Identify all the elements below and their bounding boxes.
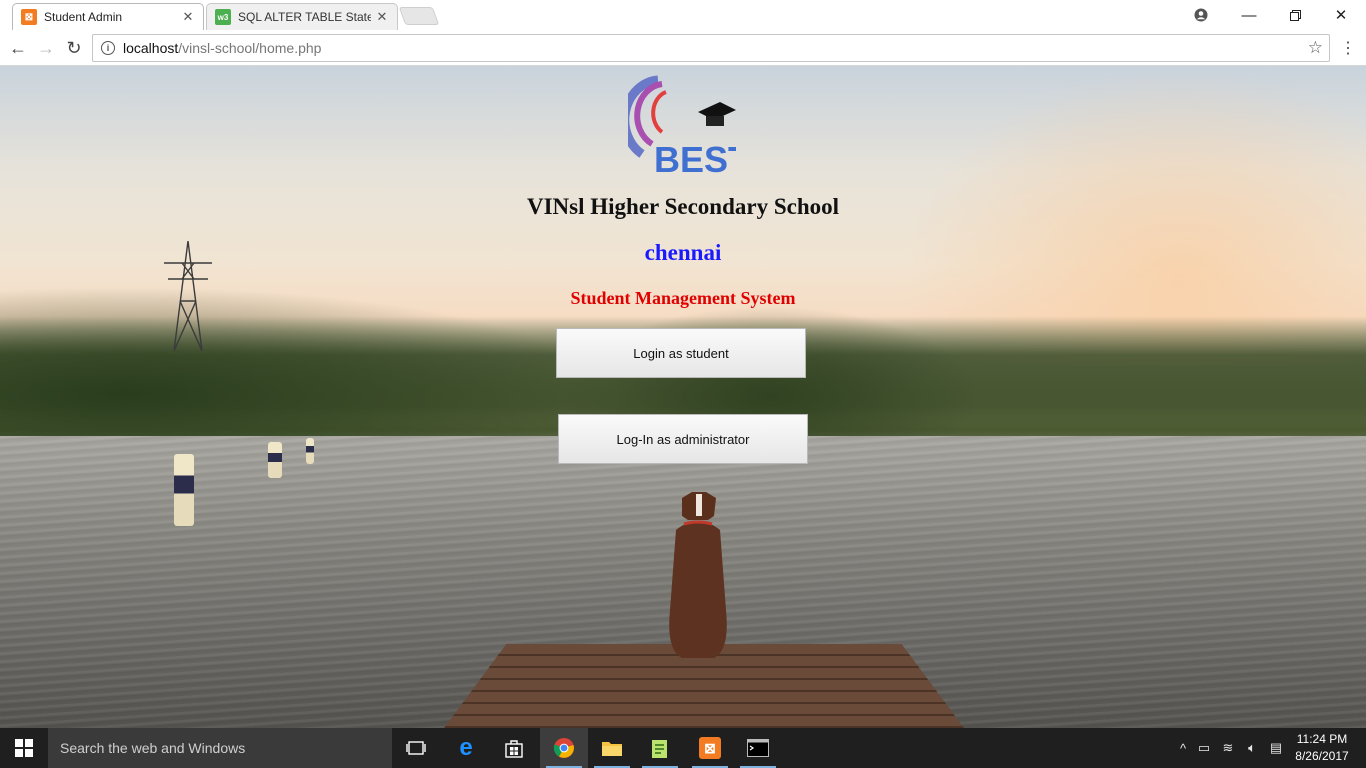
clock-time: 11:24 PM [1296,732,1348,746]
notepad-plus-icon[interactable] [636,728,684,768]
action-center-icon[interactable]: ▤ [1264,740,1288,756]
store-icon[interactable] [490,728,538,768]
volume-icon[interactable]: 🔈︎ [1240,740,1264,756]
info-icon[interactable]: i [101,41,115,55]
login-admin-button[interactable]: Log-In as administrator [558,414,808,464]
water-post [306,438,314,464]
tab-title: Student Admin [44,10,123,24]
taskbar: Search the web and Windows e ⊠ ^ ▭ ≋ 🔈︎ … [0,728,1366,768]
tab-strip: ⊠ Student Admin ✕ w3 SQL ALTER TABLE Sta… [0,0,1366,30]
chevron-up-icon[interactable]: ^ [1174,741,1192,756]
url-field[interactable]: i localhost/vinsl-school/home.php ☆ [92,34,1330,62]
menu-dots-icon[interactable]: ⋮ [1340,38,1356,58]
w3schools-icon: w3 [215,9,231,25]
windows-icon [15,739,33,757]
school-name: VINsl Higher Secondary School [526,194,840,219]
start-button[interactable] [0,728,48,768]
taskbar-search-input[interactable]: Search the web and Windows [48,728,392,768]
tab-sql-alter[interactable]: w3 SQL ALTER TABLE Statem ✕ [206,3,398,30]
page-background: BEST VINsl Higher Secondary School chenn… [0,66,1366,728]
close-tab-icon[interactable]: ✕ [375,9,389,25]
reload-icon[interactable]: ↻ [62,36,86,60]
clock[interactable]: 11:24 PM 8/26/2017 [1292,731,1352,765]
close-window-button[interactable]: ✕ [1318,0,1364,30]
edge-icon[interactable]: e [442,728,490,768]
tab-title: SQL ALTER TABLE Statem [238,10,371,24]
clock-date: 8/26/2017 [1295,749,1349,763]
url-path: /vinsl-school/home.php [178,40,322,56]
url-host: localhost [123,40,179,56]
new-tab-button[interactable] [398,7,440,25]
close-tab-icon[interactable]: ✕ [181,9,195,25]
city-name: chennai [644,240,722,265]
best-logo: BEST [628,75,736,178]
cmd-icon[interactable] [734,728,782,768]
tab-student-admin[interactable]: ⊠ Student Admin ✕ [12,3,204,30]
restore-button[interactable] [1272,0,1318,30]
address-toolbar: ← → ↻ i localhost/vinsl-school/home.php … [0,30,1366,66]
chrome-icon[interactable] [540,728,588,768]
bookmark-star-icon[interactable]: ☆ [1308,38,1323,58]
dog-image [669,492,727,658]
profile-icon[interactable] [1178,0,1224,30]
battery-icon[interactable]: ▭ [1192,740,1216,756]
login-student-button[interactable]: Login as student [556,328,806,378]
system-tray: ^ ▭ ≋ 🔈︎ ▤ [1174,728,1294,768]
forward-icon[interactable]: → [34,36,58,60]
wifi-icon[interactable]: ≋ [1216,740,1240,756]
xampp-icon: ⊠ [21,9,37,25]
system-title: Student Management System [570,288,796,308]
logo-text: BEST [654,139,736,178]
minimize-button[interactable]: — [1226,0,1272,30]
task-view-icon[interactable] [392,728,440,768]
water-post [268,442,282,478]
water-post [174,454,194,526]
back-icon[interactable]: ← [6,36,30,60]
xampp-icon[interactable]: ⊠ [686,728,734,768]
file-explorer-icon[interactable] [588,728,636,768]
